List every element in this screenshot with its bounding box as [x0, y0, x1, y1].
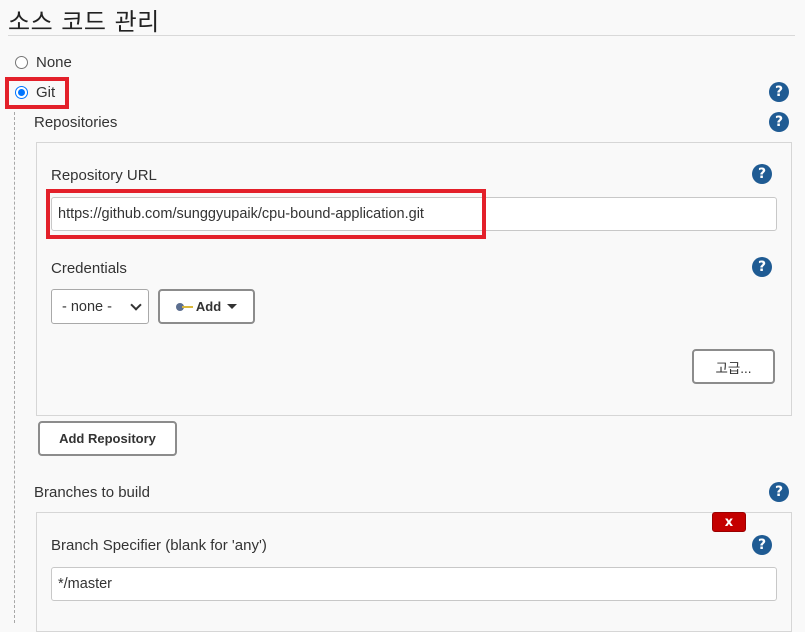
- add-credentials-label: Add: [195, 299, 222, 314]
- scm-option-git[interactable]: Git: [15, 84, 55, 101]
- repositories-label: Repositories: [34, 114, 118, 131]
- add-repository-label: Add Repository: [59, 431, 156, 446]
- radio-git[interactable]: [15, 86, 28, 99]
- nesting-guide: [14, 112, 15, 623]
- credentials-label: Credentials: [51, 260, 127, 277]
- help-icon-repositories[interactable]: ?: [769, 112, 789, 132]
- advanced-button[interactable]: 고급...: [692, 349, 775, 384]
- help-icon-git[interactable]: ?: [769, 82, 789, 102]
- help-icon-branches[interactable]: ?: [769, 482, 789, 502]
- help-icon-repository-url[interactable]: ?: [752, 164, 772, 184]
- url-highlight-box: [46, 189, 486, 239]
- credentials-select[interactable]: - none -: [51, 289, 149, 324]
- radio-none[interactable]: [15, 56, 28, 69]
- delete-branch-button[interactable]: x: [712, 512, 746, 532]
- help-icon-branch-specifier[interactable]: ?: [752, 535, 772, 555]
- credentials-select-value: - none -: [62, 298, 112, 315]
- branch-specifier-value: */master: [58, 576, 112, 592]
- advanced-button-label: 고급...: [715, 360, 752, 376]
- scm-option-git-label: Git: [36, 84, 56, 101]
- branch-specifier-label: Branch Specifier (blank for 'any'): [51, 537, 267, 554]
- add-credentials-button[interactable]: Add: [158, 289, 255, 324]
- add-repository-button[interactable]: Add Repository: [38, 421, 177, 456]
- help-icon-credentials[interactable]: ?: [752, 257, 772, 277]
- chevron-down-icon: [130, 298, 142, 311]
- branches-label: Branches to build: [34, 484, 150, 501]
- delete-branch-label: x: [724, 514, 734, 530]
- page-title: 소스 코드 관리: [8, 8, 160, 36]
- scm-option-none-label: None: [36, 54, 72, 71]
- repository-url-label: Repository URL: [51, 167, 157, 184]
- key-icon: [175, 302, 194, 312]
- branch-specifier-input[interactable]: */master: [51, 567, 777, 601]
- title-divider: [8, 35, 795, 36]
- scm-option-none[interactable]: None: [15, 54, 72, 71]
- caret-down-icon: [227, 304, 238, 309]
